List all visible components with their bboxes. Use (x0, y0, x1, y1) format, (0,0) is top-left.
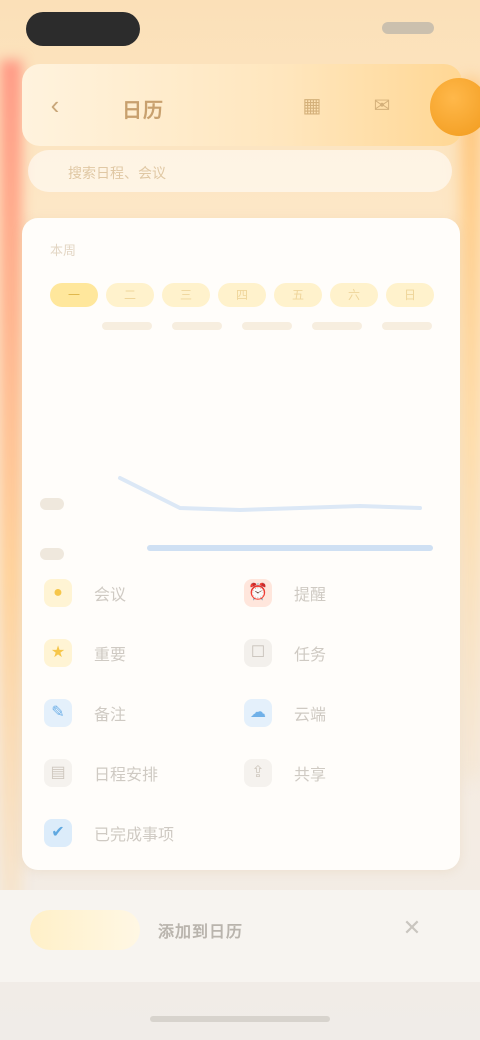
legend-item[interactable]: ⏰ 提醒 (244, 576, 444, 610)
bottom-left-button[interactable] (30, 910, 140, 950)
legend-label: 重要 (94, 647, 127, 664)
add-to-calendar-button[interactable]: 添加到日历 (158, 918, 243, 942)
week-sub-bar (242, 322, 292, 330)
legend-label: 云端 (294, 707, 327, 724)
alarm-icon: ⏰ (244, 579, 272, 607)
weekday-thu[interactable]: 四 (218, 283, 266, 307)
avatar[interactable] (430, 78, 480, 136)
chevron-left-icon[interactable]: ‹ (42, 92, 68, 118)
legend-item[interactable]: ▤ 日程安排 (44, 756, 244, 790)
star-icon: ★ (44, 639, 72, 667)
status-bar (0, 0, 480, 56)
right-edge-glow (462, 80, 480, 780)
calendar-card: 本周 一 二 三 四 五 六 日 ● 会议 ⏰ 提醒 ★ 重要 ☐ 任务 ✎ 备… (22, 218, 460, 870)
weekday-row: 一 二 三 四 五 六 日 (50, 280, 440, 310)
share-icon: ⇪ (244, 759, 272, 787)
note-icon: ✎ (44, 699, 72, 727)
legend-label: 共享 (294, 767, 327, 784)
app-screen: ‹ 日历 ▦ ✉ 搜索日程、会议 本周 一 二 三 四 五 六 日 ● 会议 ⏰… (0, 0, 480, 1040)
dynamic-island (26, 12, 140, 46)
legend-item[interactable]: ● 会议 (44, 576, 244, 610)
left-edge-glow (0, 60, 22, 920)
status-indicators-icon (382, 22, 434, 34)
legend-label: 备注 (94, 707, 127, 724)
legend-label: 日程安排 (94, 767, 159, 784)
legend-item[interactable]: ✔ 已完成事项 (44, 816, 244, 850)
week-sub-bar (172, 322, 222, 330)
check-icon: ✔ (44, 819, 72, 847)
weekday-sat[interactable]: 六 (330, 283, 378, 307)
week-subrow (102, 322, 432, 336)
legend-grid: ● 会议 ⏰ 提醒 ★ 重要 ☐ 任务 ✎ 备注 ☁ 云端 ▤ 日程安排 ⇪ 共… (44, 576, 444, 850)
legend-item[interactable]: ⇪ 共享 (244, 756, 444, 790)
weekday-tue[interactable]: 二 (106, 283, 154, 307)
legend-label: 已完成事项 (94, 827, 175, 844)
search-placeholder: 搜索日程、会议 (68, 165, 166, 181)
legend-label: 会议 (94, 587, 127, 604)
calendar-icon[interactable]: ▦ (300, 94, 324, 118)
task-icon: ☐ (244, 639, 272, 667)
weekday-mon[interactable]: 一 (50, 283, 98, 307)
card-label: 本周 (50, 243, 77, 258)
legend-item[interactable]: ☁ 云端 (244, 696, 444, 730)
page-title: 日历 (122, 100, 164, 122)
legend-label: 提醒 (294, 587, 327, 604)
legend-item[interactable]: ✎ 备注 (44, 696, 244, 730)
legend-item[interactable]: ★ 重要 (44, 636, 244, 670)
calendar-small-icon: ▤ (44, 759, 72, 787)
close-icon[interactable]: ✕ (398, 914, 426, 942)
legend-item[interactable]: ☐ 任务 (244, 636, 444, 670)
weekday-fri[interactable]: 五 (274, 283, 322, 307)
activity-chart (50, 448, 440, 568)
week-sub-bar (102, 322, 152, 330)
meeting-icon: ● (44, 579, 72, 607)
home-indicator[interactable] (150, 1016, 330, 1022)
weekday-wed[interactable]: 三 (162, 283, 210, 307)
week-sub-bar (312, 322, 362, 330)
cloud-icon: ☁ (244, 699, 272, 727)
activity-chart-svg (118, 476, 433, 551)
week-sub-bar (382, 322, 432, 330)
bottom-bar: 添加到日历 ✕ (0, 890, 480, 982)
mail-icon[interactable]: ✉ (370, 94, 394, 118)
activity-line (118, 476, 422, 513)
header: ‹ 日历 ▦ ✉ (22, 64, 480, 146)
legend-label: 任务 (294, 647, 327, 664)
search-input[interactable]: 搜索日程、会议 (28, 150, 452, 192)
weekday-sun[interactable]: 日 (386, 283, 434, 307)
